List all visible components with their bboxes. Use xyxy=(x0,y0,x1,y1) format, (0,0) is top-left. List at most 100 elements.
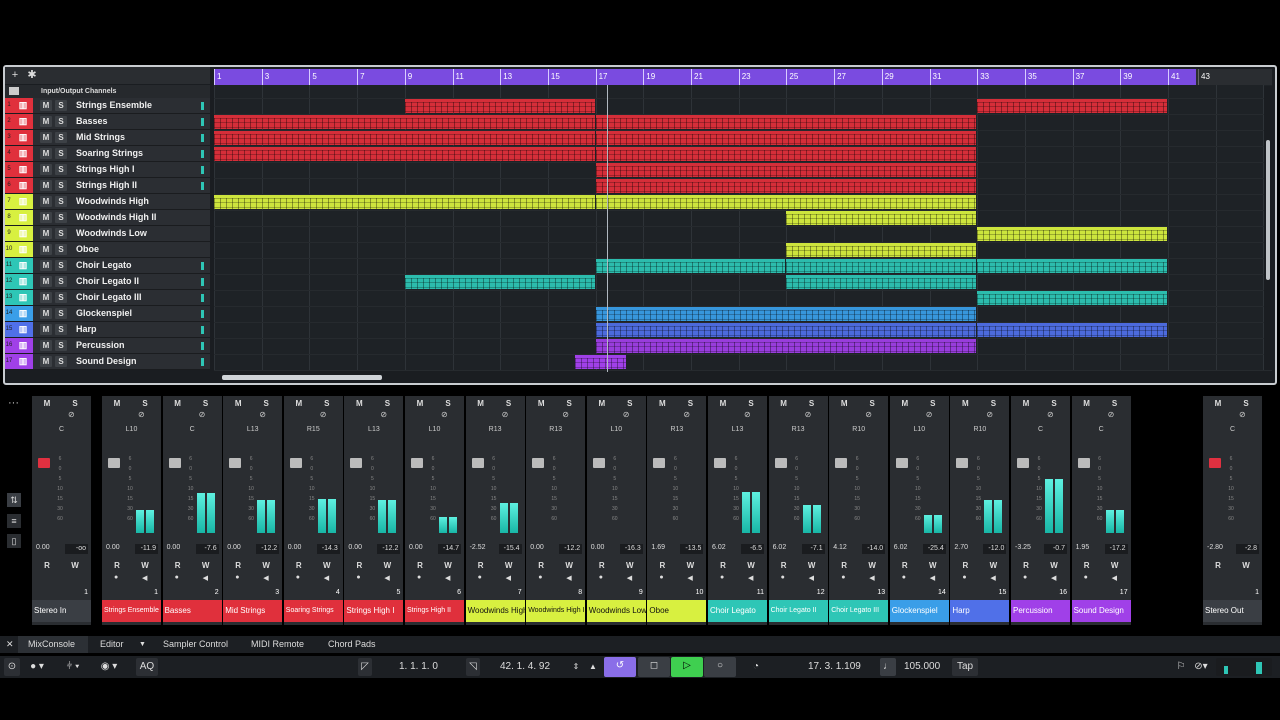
volume-fader[interactable] xyxy=(532,458,545,468)
solo-button[interactable]: S xyxy=(55,228,67,239)
midi-clip[interactable] xyxy=(595,131,977,145)
channel-name[interactable]: Mid Strings xyxy=(223,600,283,622)
write-automation-button[interactable]: W xyxy=(986,560,1000,571)
read-automation-button[interactable]: R xyxy=(1019,560,1033,571)
read-automation-button[interactable]: R xyxy=(1211,560,1225,571)
midi-clip[interactable] xyxy=(595,195,977,209)
track-name[interactable]: Strings High II xyxy=(76,178,137,193)
peak-value[interactable]: -7.6 xyxy=(195,544,219,554)
mute-button[interactable]: M xyxy=(716,398,730,409)
peak-value[interactable]: -25.4 xyxy=(922,544,946,554)
tempo-mode-icon[interactable]: ♩ xyxy=(880,658,896,676)
volume-fader[interactable] xyxy=(411,458,423,468)
peak-value[interactable]: -6.5 xyxy=(741,544,764,554)
record-enable-icon[interactable]: ● xyxy=(175,574,179,581)
mute-button[interactable]: M xyxy=(40,260,52,271)
left-locator-icon[interactable]: ◸ xyxy=(358,658,372,676)
solo-button[interactable]: S xyxy=(55,324,67,335)
add-track-icon[interactable]: + xyxy=(8,68,22,82)
peak-value[interactable]: -13.5 xyxy=(680,544,704,554)
write-automation-button[interactable]: W xyxy=(320,560,334,571)
channel-name[interactable]: Choir Legato III xyxy=(829,600,889,622)
channel-name[interactable]: Woodwinds Low xyxy=(586,600,646,622)
volume-fader[interactable] xyxy=(895,458,908,468)
volume-fader[interactable] xyxy=(168,458,181,468)
peak-value[interactable]: -15.4 xyxy=(498,544,522,554)
volume-value[interactable]: 0.00 xyxy=(36,544,50,551)
snap-icon[interactable]: ⫩ ▾ xyxy=(60,658,86,676)
peak-value[interactable]: -0.7 xyxy=(1044,544,1067,554)
midi-clip[interactable] xyxy=(595,115,977,129)
volume-fader[interactable] xyxy=(108,458,120,468)
mute-button[interactable]: M xyxy=(171,398,185,409)
solo-button[interactable]: S xyxy=(683,398,697,409)
listen-icon[interactable]: ⊘ xyxy=(926,410,933,419)
monitor-icon[interactable]: ◀ xyxy=(263,574,268,582)
midi-clip[interactable] xyxy=(977,259,1167,273)
sync-icon[interactable]: ⊘▾ xyxy=(1190,658,1212,676)
peak-value[interactable]: -oo xyxy=(65,544,88,554)
volume-value[interactable]: 0.00 xyxy=(530,544,544,551)
solo-button[interactable]: S xyxy=(55,276,67,287)
volume-fader[interactable] xyxy=(956,458,969,468)
track-name[interactable]: Choir Legato II xyxy=(76,274,139,289)
monitor-icon[interactable]: ◀ xyxy=(748,574,753,582)
channel-name[interactable]: Soaring Strings xyxy=(283,600,343,622)
midi-clip[interactable] xyxy=(404,275,595,289)
midi-clip[interactable] xyxy=(214,147,595,161)
solo-button[interactable]: S xyxy=(55,180,67,191)
solo-button[interactable]: S xyxy=(502,398,516,409)
monitor-icon[interactable]: ◀ xyxy=(869,574,874,582)
solo-button[interactable]: S xyxy=(55,356,67,367)
listen-icon[interactable]: ⊘ xyxy=(683,410,690,419)
write-automation-button[interactable]: W xyxy=(1047,560,1061,571)
write-automation-button[interactable]: W xyxy=(562,560,576,571)
horizontal-scroll-thumb[interactable] xyxy=(222,375,382,380)
record-enable-icon[interactable]: ● xyxy=(1023,574,1027,581)
midi-clip[interactable] xyxy=(595,179,977,193)
pan-value[interactable]: R13 xyxy=(466,426,525,433)
volume-fader[interactable] xyxy=(289,458,302,468)
track-row[interactable]: 17 ▥ M S Sound Design xyxy=(5,354,210,370)
track-row[interactable]: 2 ▥ M S Basses xyxy=(5,114,210,130)
volume-value[interactable]: 4.12 xyxy=(833,544,847,551)
play-button[interactable]: ▷ xyxy=(671,657,703,677)
solo-button[interactable]: S xyxy=(1047,398,1061,409)
solo-button[interactable]: S xyxy=(1108,398,1122,409)
track-name[interactable]: Harp xyxy=(76,322,97,337)
volume-fader[interactable] xyxy=(714,458,726,468)
pan-value[interactable]: R15 xyxy=(284,426,343,433)
track-name[interactable]: Percussion xyxy=(76,338,125,353)
track-row[interactable]: 15 ▥ M S Harp xyxy=(5,322,210,338)
monitor-icon[interactable]: ◀ xyxy=(324,574,329,582)
volume-fader[interactable] xyxy=(38,458,50,468)
channel-name[interactable]: Strings High I xyxy=(344,600,404,622)
channel-name[interactable]: Basses xyxy=(162,600,222,622)
read-automation-button[interactable]: R xyxy=(595,560,609,571)
track-row[interactable]: 13 ▥ M S Choir Legato III xyxy=(5,290,210,306)
timeline-ruler[interactable]: 1 3 5 7 9 11 13 15 17 19 21 23 25 27 29 31 33 35 37 39 41 xyxy=(214,69,1196,85)
track-name[interactable]: Choir Legato xyxy=(76,258,132,273)
solo-button[interactable]: S xyxy=(259,398,273,409)
peak-value[interactable]: -12.0 xyxy=(983,544,1007,554)
write-automation-button[interactable]: W xyxy=(441,560,455,571)
gear-icon[interactable]: ✱ xyxy=(25,68,39,82)
peak-value[interactable]: -14.3 xyxy=(316,544,340,554)
read-automation-button[interactable]: R xyxy=(474,560,488,571)
solo-button[interactable]: S xyxy=(55,308,67,319)
write-automation-button[interactable]: W xyxy=(926,560,940,571)
midi-clip[interactable] xyxy=(786,211,977,225)
listen-icon[interactable]: ⊘ xyxy=(68,410,75,419)
solo-button[interactable]: S xyxy=(55,100,67,111)
record-enable-icon[interactable]: ● xyxy=(1084,574,1088,581)
mute-button[interactable]: M xyxy=(40,356,52,367)
track-row[interactable]: 3 ▥ M S Mid Strings xyxy=(5,130,210,146)
listen-icon[interactable]: ⊘ xyxy=(502,410,509,419)
volume-fader[interactable] xyxy=(653,458,666,468)
monitor-icon[interactable]: ◀ xyxy=(990,574,995,582)
peak-value[interactable]: -12.2 xyxy=(377,544,401,554)
mute-button[interactable]: M xyxy=(40,228,52,239)
pan-value[interactable]: C xyxy=(163,426,222,433)
write-automation-button[interactable]: W xyxy=(623,560,637,571)
pan-value[interactable]: L13 xyxy=(708,426,767,433)
